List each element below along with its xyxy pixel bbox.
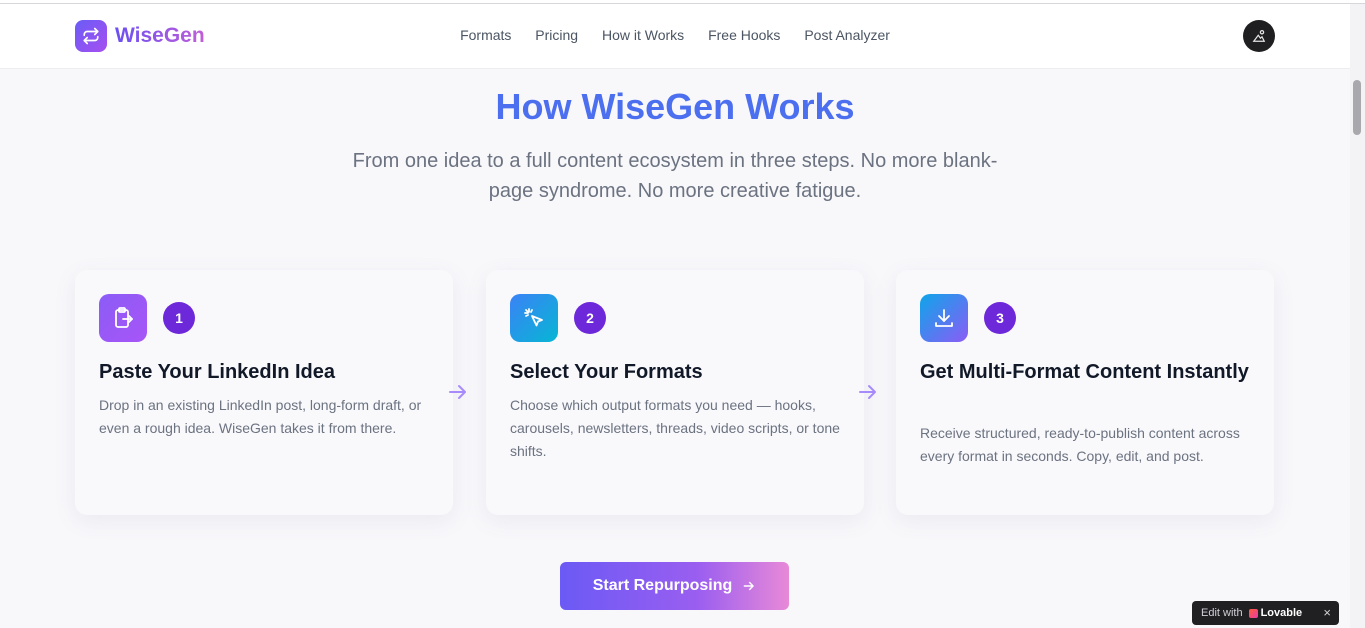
step-number: 3	[984, 302, 1016, 334]
nav-link-free-hooks[interactable]: Free Hooks	[708, 27, 780, 43]
lovable-logo-icon	[1248, 608, 1258, 618]
arrow-right-icon	[742, 579, 756, 593]
step-description: Drop in an existing LinkedIn post, long-…	[99, 397, 422, 436]
step-title: Get Multi-Format Content Instantly	[920, 361, 1249, 383]
step-title: Select Your Formats	[510, 361, 703, 383]
pointer-click-icon	[510, 294, 558, 342]
cta-label: Start Repurposing	[592, 577, 733, 594]
scrollbar-thumb[interactable]	[1353, 80, 1361, 135]
top-navbar: WiseGen Formats Pricing How it Works Fre…	[0, 4, 1350, 69]
step-number: 1	[163, 302, 195, 334]
nav-link-pricing[interactable]: Pricing	[535, 27, 578, 43]
step-title: Paste Your LinkedIn Idea	[99, 361, 335, 383]
section-title: How WiseGen Works	[495, 86, 855, 127]
step-card-2: 2 Select Your Formats Choose which outpu…	[486, 270, 864, 515]
arrow-right-icon	[449, 385, 466, 399]
step-description: Choose which output formats you need — h…	[510, 397, 840, 459]
arrow-right-icon	[859, 385, 876, 399]
step-card-1: 1 Paste Your LinkedIn Idea Drop in an ex…	[75, 270, 453, 515]
step-description: Receive structured, ready-to-publish con…	[920, 425, 1240, 464]
edit-with-lovable-badge[interactable]: Edit with Lovable ×	[1192, 601, 1339, 625]
section-subtitle: From one idea to a full content ecosyste…	[352, 150, 998, 202]
download-icon	[920, 294, 968, 342]
avatar-image-icon	[1252, 30, 1266, 42]
nav-link-how-it-works[interactable]: How it Works	[602, 27, 684, 43]
step-card-3: 3 Get Multi-Format Content Instantly Rec…	[896, 270, 1274, 515]
clipboard-export-icon	[99, 294, 147, 342]
badge-brand: Lovable	[1260, 607, 1303, 619]
step-number: 2	[574, 302, 606, 334]
nav-link-post-analyzer[interactable]: Post Analyzer	[804, 27, 890, 43]
start-repurposing-button[interactable]: Start Repurposing	[560, 562, 789, 610]
user-avatar[interactable]	[1243, 20, 1275, 52]
badge-prefix: Edit with	[1201, 607, 1243, 619]
main-nav: Formats Pricing How it Works Free Hooks …	[0, 27, 1350, 43]
nav-link-formats[interactable]: Formats	[460, 27, 511, 43]
close-icon[interactable]: ×	[1323, 605, 1331, 620]
